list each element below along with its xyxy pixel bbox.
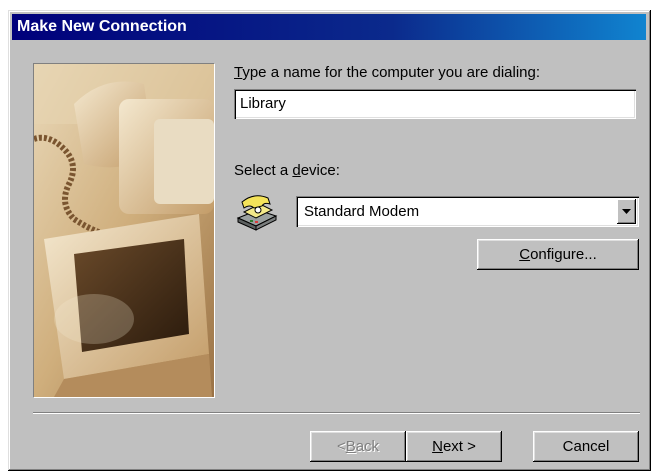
next-button[interactable]: Next > [406,431,502,462]
connection-name-input[interactable]: Library [234,89,636,119]
back-button[interactable]: < Back [310,431,406,462]
wizard-illustration [33,63,215,398]
window-title: Make New Connection [17,18,187,35]
dropdown-arrow-icon[interactable] [617,199,636,224]
name-prompt-text: ype a name for the computer you are dial… [242,64,541,81]
back-access-key: B [345,438,356,455]
device-select[interactable]: Standard Modem [296,196,639,227]
device-prompt-pre: Select a [234,162,293,179]
cancel-label: Cancel [562,438,610,455]
next-access-key: N [432,438,443,455]
configure-access-key: C [519,246,531,263]
back-label-post: ack [355,438,380,455]
device-prompt-label: Select a device: [234,162,340,179]
separator [33,412,640,414]
back-label-pre: < [336,438,346,455]
device-prompt-post: evice: [300,162,340,179]
configure-button[interactable]: Configure... [477,239,639,270]
title-bar[interactable]: Make New Connection [12,14,646,40]
cancel-button[interactable]: Cancel [533,431,639,462]
device-select-value: Standard Modem [304,203,420,220]
next-label: ext > [442,438,476,455]
modem-telephone-icon [234,190,278,232]
computer-monitors-illustration [34,64,214,397]
device-prompt-access-key: d [292,162,301,179]
name-prompt-label: Type a name for the computer you are dia… [234,64,540,81]
configure-label: onfigure... [530,246,597,263]
